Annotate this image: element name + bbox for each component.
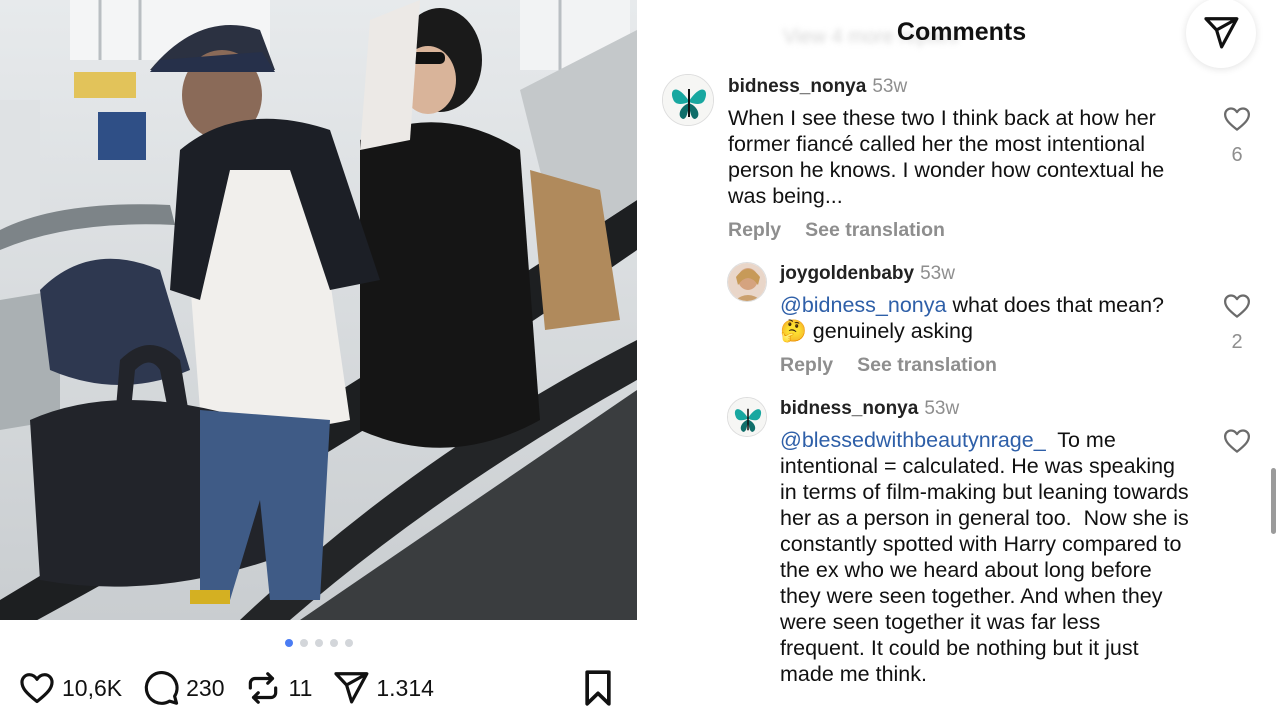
avatar[interactable]: [727, 397, 767, 437]
send-icon: [1204, 17, 1239, 49]
repost-button[interactable]: 11: [244, 669, 312, 707]
comment-time: 53w: [924, 398, 960, 419]
comment-text-part: genuinely asking: [806, 319, 973, 343]
comment-username[interactable]: joygoldenbaby: [780, 263, 914, 284]
mention-link[interactable]: @bidness_nonya: [780, 293, 946, 317]
carousel-dot-active: [284, 639, 293, 647]
comment-meta: joygoldenbaby 53w: [780, 263, 955, 285]
reply-button[interactable]: Reply: [780, 354, 833, 376]
comment-text: When I see these two I think back at how…: [728, 106, 1165, 208]
photo-illustration: [0, 0, 637, 620]
heart-icon[interactable]: [1222, 291, 1252, 321]
reply-button[interactable]: Reply: [728, 219, 781, 241]
comments-title: Comments: [896, 18, 1027, 46]
carousel-dot: [314, 639, 323, 647]
post-photo[interactable]: [0, 0, 637, 620]
heart-icon[interactable]: [1222, 426, 1252, 456]
thinking-emoji-icon: 🤔: [780, 319, 807, 343]
comment-links: Reply See translation: [728, 219, 969, 242]
comment-like-count: 6: [1231, 144, 1243, 166]
comment-text: @bidness_nonya what does that mean? 🤔 ge…: [780, 292, 1180, 344]
comment-links: Reply See translation: [780, 354, 1021, 377]
scrollbar[interactable]: [1271, 468, 1276, 534]
comment-time: 53w: [872, 76, 908, 97]
carousel-dot: [329, 639, 338, 647]
bookmark-icon[interactable]: [578, 668, 618, 708]
comment-count: 230: [186, 674, 225, 701]
comment-meta: bidness_nonya 53w: [728, 76, 907, 98]
comment-meta: bidness_nonya 53w: [780, 398, 959, 420]
heart-icon[interactable]: [1222, 104, 1252, 134]
repost-icon: [249, 672, 278, 704]
see-translation-button[interactable]: See translation: [805, 219, 945, 241]
comment-username[interactable]: bidness_nonya: [780, 398, 918, 419]
comment-bubble-icon: [144, 671, 179, 705]
post: 10,6K 230 11 1.314: [0, 0, 637, 720]
repost-count: 11: [288, 674, 313, 701]
carousel-dot: [299, 639, 308, 647]
see-translation-button[interactable]: See translation: [857, 354, 997, 376]
avatar[interactable]: [662, 74, 714, 126]
comment-text: @blessedwithbeautynrage_ To me intention…: [780, 427, 1190, 687]
profile-photo-icon: [728, 263, 766, 301]
send-icon: [334, 672, 369, 704]
carousel-dot: [344, 639, 353, 647]
comment-username[interactable]: bidness_nonya: [728, 76, 866, 97]
share-button[interactable]: 1.314: [332, 669, 434, 707]
butterfly-icon: [728, 398, 766, 436]
share-comments-button[interactable]: [1186, 0, 1256, 68]
heart-icon: [20, 673, 54, 704]
comment-time: 53w: [920, 263, 955, 284]
like-button[interactable]: 10,6K: [18, 669, 122, 707]
share-count: 1.314: [376, 674, 434, 701]
comments-panel: View 4 more replies Comments bidness_non…: [643, 0, 1280, 720]
comment-text-part: what does that mean?: [946, 293, 1164, 317]
avatar[interactable]: [727, 262, 767, 302]
comment-text-part: To me intentional = calculated. He was s…: [780, 428, 1195, 686]
post-actions: 10,6K 230 11 1.314: [18, 666, 454, 710]
like-count: 10,6K: [62, 674, 123, 701]
mention-link[interactable]: @blessedwithbeautynrage_: [780, 428, 1046, 452]
comment-button[interactable]: 230: [142, 669, 224, 707]
comment-like-count: 2: [1231, 331, 1243, 353]
carousel-indicator: [0, 639, 637, 647]
butterfly-icon: [663, 75, 713, 125]
